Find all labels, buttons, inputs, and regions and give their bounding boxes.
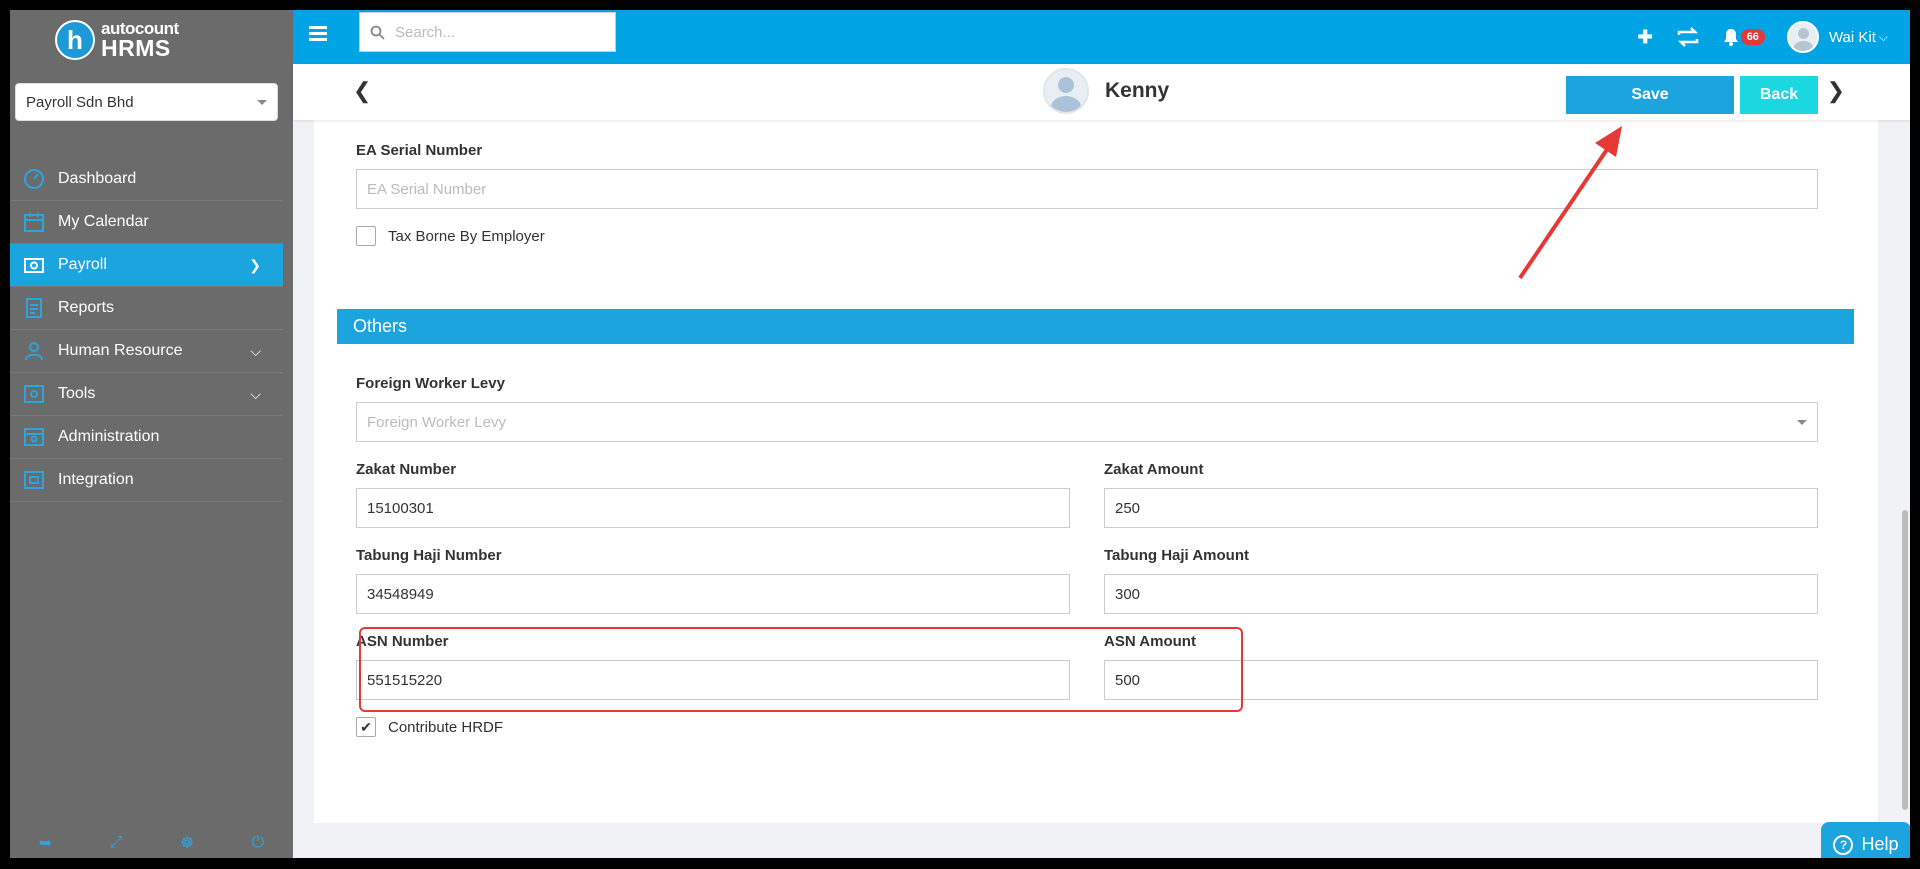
logout-icon[interactable]: ➥ — [39, 833, 52, 853]
administration-icon — [22, 425, 46, 449]
plus-icon[interactable]: ✚ — [1638, 27, 1653, 48]
sidebar-item-payroll[interactable]: Payroll ❯ — [10, 244, 283, 287]
fullscreen-icon[interactable]: ⤢ — [110, 834, 123, 852]
notification-bell[interactable]: 66 — [1723, 28, 1765, 46]
asn-number-input[interactable] — [356, 660, 1070, 700]
company-select[interactable]: Payroll Sdn Bhd — [15, 83, 278, 121]
question-icon: ? — [1833, 834, 1854, 855]
search-input[interactable] — [395, 23, 595, 41]
sidebar-item-reports[interactable]: Reports — [10, 287, 283, 330]
tabung-haji-amount-label: Tabung Haji Amount — [1104, 547, 1249, 564]
chevron-down-icon: ⌵ — [1878, 29, 1888, 44]
zakat-number-label: Zakat Number — [356, 461, 457, 478]
calendar-icon — [22, 210, 46, 234]
tabung-haji-number-input[interactable] — [356, 574, 1070, 614]
sync-icon[interactable] — [1675, 26, 1701, 48]
ea-serial-input[interactable] — [356, 169, 1818, 209]
company-select-value: Payroll Sdn Bhd — [26, 93, 134, 111]
caret-down-icon — [1797, 419, 1807, 425]
save-button[interactable]: Save — [1566, 76, 1734, 114]
reports-icon — [22, 296, 46, 320]
back-button[interactable]: Back — [1740, 76, 1818, 114]
human-resource-icon — [22, 339, 46, 363]
sidebar-item-label: Tools — [58, 385, 96, 402]
sidebar-item-label: Reports — [58, 299, 115, 316]
sidebar-item-tools[interactable]: Tools ⌵ — [10, 373, 283, 416]
employee-name: Kenny — [1105, 79, 1170, 102]
chevron-right-icon: ❯ — [249, 256, 261, 273]
dashboard-icon — [22, 167, 46, 191]
tax-borne-checkbox[interactable] — [356, 226, 376, 246]
tools-icon — [22, 382, 46, 406]
logo-text-bottom: HRMS — [101, 35, 171, 61]
zakat-number-input[interactable] — [356, 488, 1070, 528]
power-icon[interactable]: ⏻ — [252, 834, 265, 852]
logo-mark: h — [55, 20, 95, 60]
record-header: ❮ Kenny Save Back ❯ — [293, 64, 1910, 120]
sidebar-footer: ➥ ⤢ ☸ ⏻ — [10, 828, 293, 858]
chevron-down-icon: ⌵ — [250, 342, 261, 359]
sidebar-item-my-calendar[interactable]: My Calendar — [10, 201, 283, 244]
caret-down-icon — [257, 99, 267, 105]
record-title: Kenny — [1043, 68, 1169, 114]
sidebar-item-label: Integration — [58, 471, 134, 488]
form-card: EA Serial Number Tax Borne By Employer O… — [314, 120, 1878, 823]
sidebar-item-human-resource[interactable]: Human Resource ⌵ — [10, 330, 283, 373]
user-menu[interactable]: Wai Kit ⌵ — [1786, 21, 1888, 53]
next-record-icon[interactable]: ❯ — [1827, 78, 1845, 104]
top-bar: ✚ 66 Wai Kit ⌵ — [293, 10, 1910, 64]
integration-icon — [22, 468, 46, 492]
sidebar-item-administration[interactable]: Administration — [10, 416, 283, 459]
top-bar-actions: ✚ 66 Wai Kit ⌵ — [1638, 10, 1910, 64]
chevron-down-icon: ⌵ — [250, 385, 261, 402]
contribute-hrdf-label: Contribute HRDF — [388, 719, 504, 736]
sidebar-item-label: Human Resource — [58, 342, 183, 359]
asn-amount-input[interactable] — [1104, 660, 1818, 700]
previous-record-icon[interactable]: ❮ — [353, 78, 371, 104]
language-icon[interactable]: ☸ — [180, 833, 194, 853]
help-button[interactable]: ? Help — [1821, 822, 1910, 858]
scrollbar[interactable] — [1902, 510, 1908, 810]
sidebar-item-label: Payroll — [58, 256, 107, 273]
tabung-haji-amount-input[interactable] — [1104, 574, 1818, 614]
sidebar-item-label: Administration — [58, 428, 160, 445]
sidebar-item-integration[interactable]: Integration — [10, 459, 283, 502]
foreign-worker-levy-label: Foreign Worker Levy — [356, 375, 505, 392]
payroll-icon — [22, 253, 46, 277]
tabung-haji-number-label: Tabung Haji Number — [356, 547, 502, 564]
app-logo[interactable]: h autocount HRMS — [55, 15, 179, 65]
sidebar-item-label: Dashboard — [58, 170, 137, 187]
search-icon — [370, 25, 385, 40]
help-label: Help — [1861, 834, 1899, 854]
tax-borne-label: Tax Borne By Employer — [388, 228, 545, 245]
notification-badge: 66 — [1740, 29, 1765, 45]
employee-avatar — [1043, 68, 1089, 114]
sidebar-nav: Dashboard My Calendar Payroll ❯ Reports — [10, 158, 283, 502]
avatar — [1786, 21, 1819, 53]
zakat-amount-label: Zakat Amount — [1104, 461, 1204, 478]
foreign-worker-levy-select[interactable]: Foreign Worker Levy — [356, 402, 1818, 442]
asn-number-label: ASN Number — [356, 633, 449, 650]
ea-serial-label: EA Serial Number — [356, 142, 483, 159]
asn-amount-label: ASN Amount — [1104, 633, 1196, 650]
app-window: h autocount HRMS Payroll Sdn Bhd Dashboa… — [10, 10, 1910, 858]
user-name: Wai Kit — [1828, 28, 1876, 46]
section-header-others: Others — [337, 309, 1854, 344]
sidebar-item-label: My Calendar — [58, 213, 149, 230]
search-box — [359, 12, 616, 52]
sidebar: h autocount HRMS Payroll Sdn Bhd Dashboa… — [10, 10, 293, 858]
contribute-hrdf-checkbox[interactable]: ✔ — [356, 717, 376, 737]
zakat-amount-input[interactable] — [1104, 488, 1818, 528]
foreign-worker-levy-placeholder: Foreign Worker Levy — [367, 413, 506, 431]
menu-toggle-icon[interactable] — [309, 26, 327, 42]
sidebar-item-dashboard[interactable]: Dashboard — [10, 158, 283, 201]
bell-icon — [1723, 29, 1738, 46]
